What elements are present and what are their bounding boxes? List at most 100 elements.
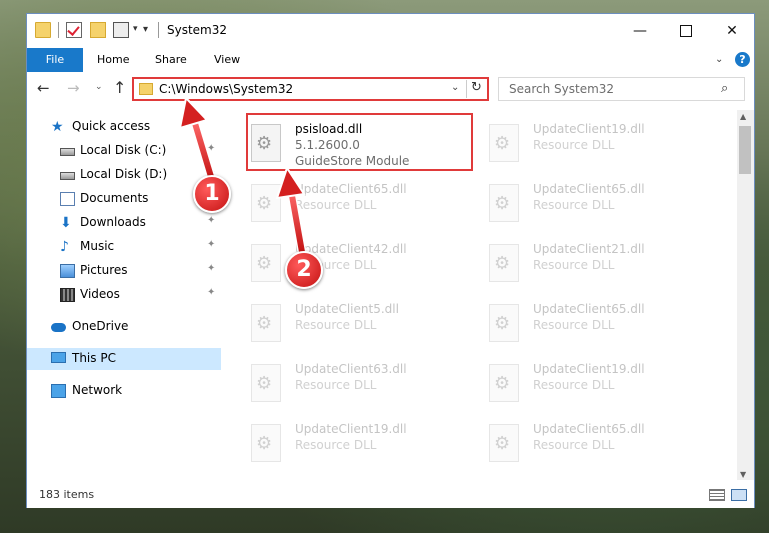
file-item[interactable]: ⚙ UpdateClient19.dll Resource DLL <box>459 356 679 410</box>
refresh-icon[interactable]: ↻ <box>471 80 482 95</box>
dll-file-icon: ⚙ <box>251 424 281 462</box>
ribbon-tabs: File Home Share View ⌄ ? <box>27 48 754 73</box>
dll-file-icon: ⚙ <box>489 364 519 402</box>
file-name: UpdateClient21.dll <box>533 242 645 256</box>
customize-icon[interactable] <box>113 22 129 38</box>
file-item[interactable]: ⚙ UpdateClient63.dll Resource DLL <box>221 356 441 410</box>
pictures-icon <box>60 264 75 278</box>
dll-file-icon: ⚙ <box>489 424 519 462</box>
sidebar-item-label: Music <box>80 239 115 253</box>
file-name: UpdateClient5.dll <box>295 302 399 316</box>
file-name: UpdateClient65.dll <box>533 302 645 316</box>
sidebar-item-quick-access[interactable]: ★ Quick access <box>27 116 221 138</box>
search-input[interactable]: Search System32 ⌕ <box>498 77 745 101</box>
item-count: 183 items <box>39 488 95 501</box>
sidebar-item-pictures[interactable]: Pictures ✦ <box>27 260 221 282</box>
large-icons-view-icon[interactable] <box>731 489 747 501</box>
address-path[interactable]: C:\Windows\System32 <box>159 82 293 96</box>
file-description: Resource DLL <box>533 258 615 272</box>
sidebar-item-label: Quick access <box>72 119 151 133</box>
file-item[interactable]: ⚙ UpdateClient65.dll Resource DLL <box>459 416 679 470</box>
pin-icon[interactable]: ✦ <box>207 287 215 298</box>
recent-locations-icon[interactable]: ⌄ <box>95 82 103 92</box>
window-title: System32 <box>167 23 228 37</box>
file-name: UpdateClient65.dll <box>295 182 407 196</box>
file-item[interactable]: ⚙ UpdateClient21.dll Resource DLL <box>459 236 679 290</box>
pin-icon[interactable]: ✦ <box>207 239 215 250</box>
divider <box>158 22 159 38</box>
folder-icon[interactable] <box>35 22 51 38</box>
file-description: Resource DLL <box>533 438 615 452</box>
address-dropdown-icon[interactable]: ⌄ <box>451 82 459 93</box>
navigation-bar: ← → ⌄ ↑ C:\Windows\System32 ⌄ ↻ Search S… <box>27 72 754 106</box>
file-item[interactable]: ⚙ UpdateClient5.dll Resource DLL <box>221 296 441 350</box>
pin-icon[interactable]: ✦ <box>207 215 215 226</box>
tab-view[interactable]: View <box>214 48 240 72</box>
star-icon: ★ <box>51 119 64 135</box>
quick-access-toolbar-dropdown-icon[interactable]: ▾ <box>143 24 148 35</box>
file-item[interactable]: ⚙ UpdateClient19.dll Resource DLL <box>221 416 441 470</box>
sidebar-item-label: Local Disk (D:) <box>80 167 168 181</box>
file-item[interactable]: ⚙ UpdateClient42.dll Resource DLL <box>221 236 441 290</box>
file-description: Resource DLL <box>533 198 615 212</box>
file-description: Resource DLL <box>295 198 377 212</box>
tab-share[interactable]: Share <box>155 48 187 72</box>
new-folder-icon[interactable] <box>90 22 106 38</box>
sidebar-item-music[interactable]: ♪ Music ✦ <box>27 236 221 258</box>
sidebar-item-local-disk-c[interactable]: Local Disk (C:) ✦ <box>27 140 221 162</box>
forward-button[interactable]: → <box>67 79 80 97</box>
computer-icon <box>51 352 66 363</box>
sidebar-item-network[interactable]: Network <box>27 380 221 402</box>
status-bar: 183 items <box>27 484 754 508</box>
sidebar-item-label: This PC <box>72 351 116 365</box>
close-button[interactable]: ✕ <box>709 14 755 48</box>
tab-home[interactable]: Home <box>97 48 129 72</box>
file-item[interactable]: ⚙ UpdateClient19.dll Resource DLL <box>459 116 679 170</box>
documents-icon <box>60 192 75 206</box>
pin-icon[interactable]: ✦ <box>207 143 215 154</box>
tab-file[interactable]: File <box>27 48 83 72</box>
music-icon: ♪ <box>60 239 69 255</box>
address-bar[interactable]: C:\Windows\System32 ⌄ ↻ <box>132 77 489 101</box>
file-description: Resource DLL <box>533 138 615 152</box>
search-placeholder: Search System32 <box>509 82 615 96</box>
title-bar: ▾ ▾ System32 — ✕ <box>27 14 754 48</box>
file-highlight-box <box>246 113 473 171</box>
sidebar-item-videos[interactable]: Videos ✦ <box>27 284 221 306</box>
chevron-down-icon[interactable]: ▾ <box>133 24 138 34</box>
scroll-up-icon[interactable]: ▲ <box>740 112 746 121</box>
minimize-button[interactable]: — <box>617 14 663 48</box>
sidebar-item-documents[interactable]: Documents ✦ <box>27 188 221 210</box>
sidebar-item-label: Downloads <box>80 215 146 229</box>
step-badge-1: 1 <box>193 175 231 213</box>
pin-icon[interactable]: ✦ <box>207 263 215 274</box>
sidebar-item-local-disk-d[interactable]: Local Disk (D:) ✦ <box>27 164 221 186</box>
maximize-button[interactable] <box>663 14 709 48</box>
file-explorer-window: ▾ ▾ System32 — ✕ File Home Share View ⌄ … <box>26 13 755 508</box>
dll-file-icon: ⚙ <box>251 244 281 282</box>
dll-file-icon: ⚙ <box>489 184 519 222</box>
file-item[interactable]: ⚙ UpdateClient65.dll Resource DLL <box>459 176 679 230</box>
sidebar-item-onedrive[interactable]: OneDrive <box>27 316 221 338</box>
file-name: UpdateClient63.dll <box>295 362 407 376</box>
file-name: UpdateClient65.dll <box>533 422 645 436</box>
search-icon[interactable]: ⌕ <box>721 81 728 96</box>
file-item[interactable]: ⚙ UpdateClient65.dll Resource DLL <box>459 296 679 350</box>
videos-icon <box>60 288 75 302</box>
back-button[interactable]: ← <box>37 79 50 97</box>
sidebar-item-label: Pictures <box>80 263 128 277</box>
navigation-pane: ★ Quick access Local Disk (C:) ✦ Local D… <box>27 110 221 480</box>
scrollbar-thumb[interactable] <box>739 126 751 174</box>
file-item[interactable]: ⚙ UpdateClient65.dll Resource DLL <box>221 176 441 230</box>
sidebar-item-this-pc[interactable]: This PC <box>27 348 221 370</box>
scroll-down-icon[interactable]: ▼ <box>740 470 746 479</box>
details-view-icon[interactable] <box>709 489 725 501</box>
sidebar-item-downloads[interactable]: ⬇ Downloads ✦ <box>27 212 221 234</box>
sidebar-item-label: OneDrive <box>72 319 129 333</box>
file-description: Resource DLL <box>295 438 377 452</box>
properties-check-icon[interactable] <box>66 22 82 38</box>
sidebar-item-label: Local Disk (C:) <box>80 143 167 157</box>
help-icon[interactable]: ? <box>735 52 750 67</box>
up-button[interactable]: ↑ <box>113 78 126 97</box>
expand-ribbon-icon[interactable]: ⌄ <box>715 54 723 65</box>
